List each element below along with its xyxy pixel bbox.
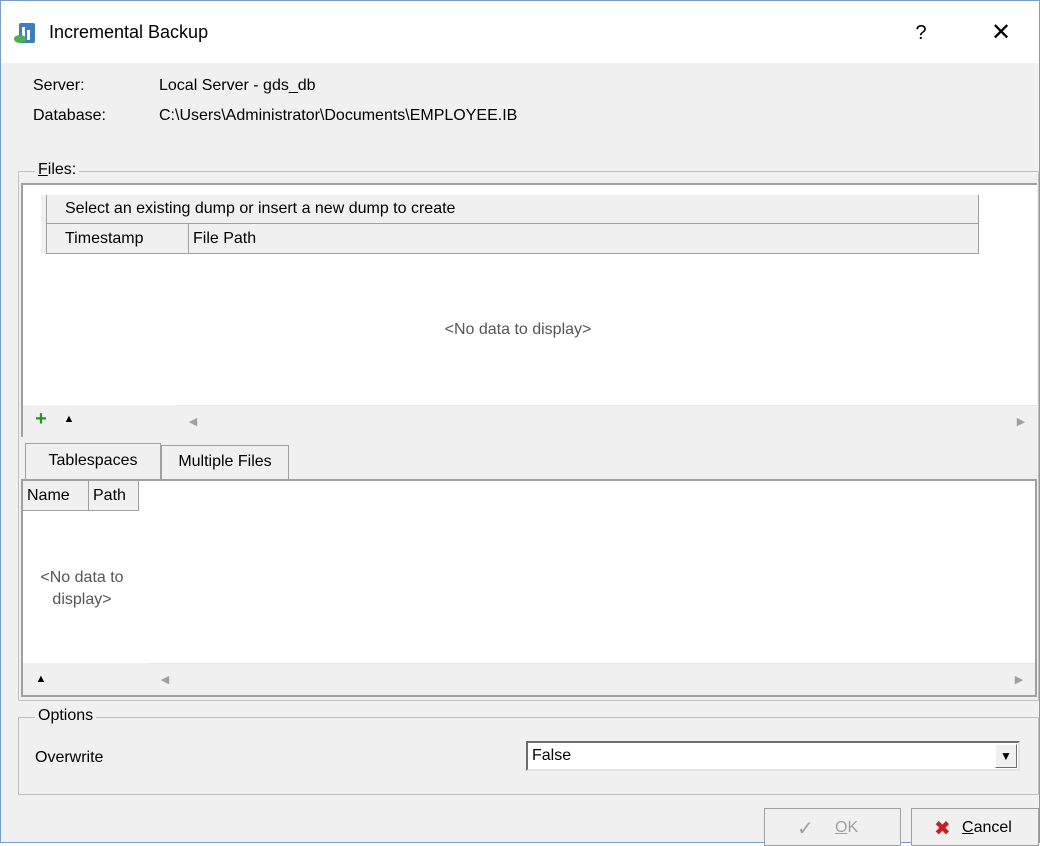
server-label: Server:	[33, 77, 85, 94]
cancel-button-label: Cancel	[962, 819, 1012, 836]
files-empty-text: <No data to display>	[444, 321, 592, 338]
tab-multiple-files[interactable]: Multiple Files	[161, 445, 289, 479]
red-x-icon: ✖	[934, 818, 951, 840]
tablespaces-horizontal-scrollbar[interactable]: ◀ ▶	[149, 663, 1035, 695]
scroll-left-icon[interactable]: ◀	[155, 669, 175, 691]
overwrite-selected-value: False	[532, 747, 572, 764]
title-bar: Incremental Backup ? ✕	[1, 1, 1039, 63]
overwrite-label: Overwrite	[35, 749, 104, 766]
database-value: C:\Users\Administrator\Documents\EMPLOYE…	[159, 107, 518, 124]
chevron-down-icon[interactable]: ▼	[995, 744, 1017, 768]
scroll-right-icon[interactable]: ▶	[1011, 411, 1031, 433]
column-file-path[interactable]: File Path	[189, 224, 979, 254]
files-legend: Files:	[35, 161, 80, 179]
arrow-up-icon[interactable]: ▲	[31, 669, 51, 689]
tablespaces-grid[interactable]: Name Path <No data to display> ▲ ◀ ▶	[21, 479, 1037, 697]
scroll-right-icon[interactable]: ▶	[1009, 669, 1029, 691]
database-label: Database:	[33, 107, 106, 124]
close-button[interactable]: ✕	[973, 15, 1029, 51]
files-horizontal-scrollbar[interactable]: ◀ ▶	[177, 405, 1037, 437]
column-name[interactable]: Name	[23, 481, 89, 511]
column-timestamp[interactable]: Timestamp	[41, 224, 189, 254]
scroll-left-icon[interactable]: ◀	[183, 411, 203, 433]
ok-button-label: OK	[835, 819, 859, 836]
column-path[interactable]: Path	[89, 481, 139, 511]
tablespaces-empty-line1: <No data to	[40, 569, 124, 586]
files-grid[interactable]: Select an existing dump or insert a new …	[21, 183, 1037, 437]
tablespaces-empty-line2: display>	[52, 591, 112, 608]
cancel-button[interactable]: ✖ Cancel	[911, 808, 1039, 846]
tablespaces-toolbar: ▲	[23, 663, 149, 695]
overwrite-select[interactable]: False ▼	[526, 741, 1020, 771]
help-button[interactable]: ?	[901, 15, 941, 51]
files-group-header: Select an existing dump or insert a new …	[41, 195, 979, 224]
options-legend: Options	[35, 707, 97, 725]
tab-tablespaces[interactable]: Tablespaces	[25, 443, 161, 479]
server-value: Local Server - gds_db	[159, 77, 316, 94]
arrow-up-icon[interactable]: ▲	[59, 409, 79, 429]
checkmark-icon: ✓	[797, 818, 814, 840]
files-toolbar: + ▲	[23, 405, 177, 437]
plus-icon[interactable]: +	[31, 409, 51, 429]
window-title: Incremental Backup	[49, 22, 209, 42]
grid-indicator-column	[41, 195, 47, 254]
incremental-backup-dialog: Incremental Backup ? ✕ Server: Local Ser…	[0, 0, 1040, 846]
database-app-icon	[14, 23, 35, 43]
ok-button[interactable]: ✓ OK	[764, 808, 901, 846]
